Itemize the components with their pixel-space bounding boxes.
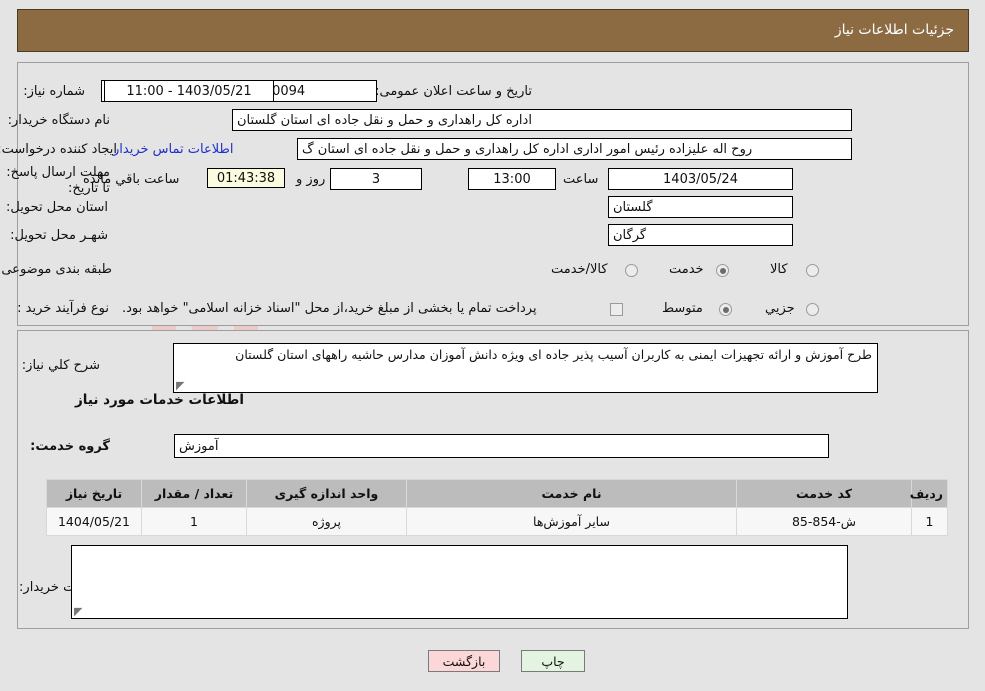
radio-category-khedmat[interactable] xyxy=(716,264,729,277)
resize-grip-icon[interactable]: ◥ xyxy=(176,379,186,392)
countdown-field: 01:43:38 xyxy=(207,168,285,188)
buyer-notes-textarea[interactable]: ◥ xyxy=(71,545,848,619)
radio-category-kala[interactable] xyxy=(806,264,819,277)
treasury-note: پرداخت تمام یا بخشی از مبلغ خرید،از محل … xyxy=(122,301,537,316)
radio-category-khedmat-label: خدمت xyxy=(669,262,704,277)
radio-process-motevaset-label: متوسط xyxy=(662,301,703,316)
remaining-label: ساعت باقي مانده xyxy=(83,172,180,187)
col-row: ردیف xyxy=(910,479,948,508)
cell-need-date: 1404/05/21 xyxy=(46,507,142,536)
col-need-date: تاریخ نیاز xyxy=(46,479,142,508)
services-heading: اطلاعات خدمات مورد نیاز xyxy=(74,392,244,408)
cell-quantity: 1 xyxy=(141,507,247,536)
col-quantity: تعداد / مقدار xyxy=(141,479,247,508)
service-group-field[interactable]: آموزش xyxy=(174,434,829,458)
days-unit-label: روز و xyxy=(296,172,326,187)
table-row: 1 ش-854-85 سایر آموزش‌ها پروژه 1 1404/05… xyxy=(46,507,948,536)
province-field[interactable]: گلستان xyxy=(608,196,793,218)
col-service-code: کد خدمت xyxy=(736,479,912,508)
summary-label: شرح کلي نیاز: xyxy=(21,358,100,373)
back-button[interactable]: بازگشت xyxy=(428,650,500,672)
announce-label: تاریخ و ساعت اعلان عمومی: xyxy=(375,84,532,99)
process-label: نوع فرآیند خرید : xyxy=(17,301,109,316)
col-service-name: نام خدمت xyxy=(406,479,737,508)
category-label: طبقه بندی موضوعی: xyxy=(0,262,112,277)
deadline-hour-label: ساعت xyxy=(563,172,599,187)
deadline-date-field[interactable]: 1403/05/24 xyxy=(608,168,793,190)
cell-unit: پروژه xyxy=(246,507,407,536)
cell-service-name: سایر آموزش‌ها xyxy=(406,507,737,536)
print-button[interactable]: چاپ xyxy=(521,650,585,672)
days-left-field[interactable]: 3 xyxy=(330,168,422,190)
radio-category-kala-khedmat[interactable] xyxy=(625,264,638,277)
summary-text: طرح آموزش و ارائه تجهیزات ایمنی به کاربر… xyxy=(235,347,872,362)
radio-category-kala-khedmat-label: کالا/خدمت xyxy=(551,262,608,277)
buyer-org-field[interactable]: اداره کل راهداری و حمل و نقل جاده ای است… xyxy=(232,109,852,131)
need-details-page: AriaTender.net جزئیات اطلاعات نیاز شماره… xyxy=(0,0,985,691)
buyer-contact-link[interactable]: اطلاعات تماس خریدار xyxy=(113,142,233,157)
cell-row: 1 xyxy=(911,507,948,536)
deadline-hour-field[interactable]: 13:00 xyxy=(468,168,556,190)
service-group-label: گروه خدمت: xyxy=(30,439,110,454)
page-title: جزئیات اطلاعات نیاز xyxy=(834,22,954,38)
city-field[interactable]: گرگان xyxy=(608,224,793,246)
creator-label: ایجاد کننده درخواست: xyxy=(0,142,117,157)
services-table: ردیف کد خدمت نام خدمت واحد اندازه گیری ت… xyxy=(46,479,948,536)
table-header-row: ردیف کد خدمت نام خدمت واحد اندازه گیری ت… xyxy=(46,479,948,508)
radio-process-jozi-label: جزیي xyxy=(765,301,795,316)
buyer-org-label: نام دستگاه خریدار: xyxy=(7,113,110,128)
need-number-label: شماره نیاز: xyxy=(23,84,85,99)
header-bar: جزئیات اطلاعات نیاز xyxy=(17,9,969,52)
cell-service-code: ش-854-85 xyxy=(736,507,912,536)
radio-process-jozi[interactable] xyxy=(806,303,819,316)
treasury-docs-checkbox[interactable] xyxy=(610,303,623,316)
province-label: استان محل تحویل: xyxy=(6,200,108,215)
announce-datetime-field[interactable]: 1403/05/21 - 11:00 xyxy=(104,80,274,102)
resize-grip-icon-notes[interactable]: ◥ xyxy=(74,605,84,618)
creator-field[interactable]: روح اله علیزاده رئیس امور اداری اداره کل… xyxy=(297,138,852,160)
summary-textarea[interactable]: طرح آموزش و ارائه تجهیزات ایمنی به کاربر… xyxy=(173,343,878,393)
radio-category-kala-label: کالا xyxy=(770,262,788,277)
col-unit: واحد اندازه گیری xyxy=(246,479,407,508)
radio-process-motevaset[interactable] xyxy=(719,303,732,316)
city-label: شهـر محل تحویل: xyxy=(10,228,108,243)
